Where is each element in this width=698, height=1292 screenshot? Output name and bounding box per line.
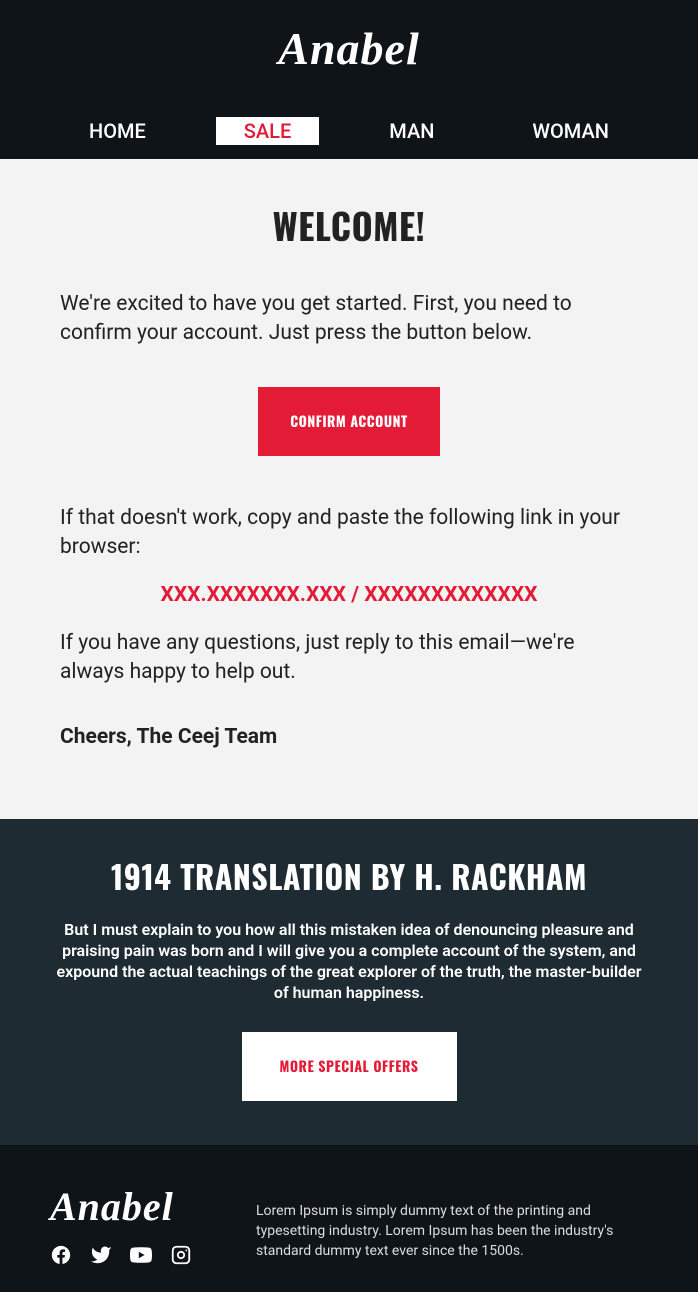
nav-home[interactable]: HOME (61, 117, 174, 145)
promo-title: 1914 TRANSLATION BY H. RACKHAM (50, 853, 648, 900)
main-nav: HOME SALE MAN WOMAN (0, 105, 698, 159)
nav-man[interactable]: MAN (361, 117, 462, 145)
social-links (50, 1244, 220, 1266)
instagram-icon[interactable] (170, 1244, 192, 1266)
fallback-link[interactable]: XXX.XXXXXXX.XXX / XXXXXXXXXXXXX (60, 583, 638, 607)
promo-body: But I must explain to you how all this m… (50, 920, 648, 1003)
youtube-icon[interactable] (130, 1244, 152, 1266)
facebook-icon[interactable] (50, 1244, 72, 1266)
header: Anabel HOME SALE MAN WOMAN (0, 0, 698, 159)
twitter-icon[interactable] (90, 1244, 112, 1266)
nav-sale[interactable]: SALE (216, 117, 319, 145)
fallback-instruction: If that doesn't work, copy and paste the… (60, 504, 638, 563)
page-title: WELCOME! (60, 199, 638, 252)
footer-logo: Anabel (50, 1183, 220, 1230)
footer: Anabel Lorem Ipsum is simply dummy text … (0, 1145, 698, 1292)
more-offers-button[interactable]: MORE SPECIAL OFFERS (242, 1032, 457, 1101)
main-content: WELCOME! We're excited to have you get s… (0, 159, 698, 819)
promo-section: 1914 TRANSLATION BY H. RACKHAM But I mus… (0, 819, 698, 1144)
footer-about: Lorem Ipsum is simply dummy text of the … (256, 1183, 648, 1262)
help-text: If you have any questions, just reply to… (60, 629, 638, 688)
confirm-account-button[interactable]: CONFIRM ACCOUNT (258, 387, 439, 456)
nav-woman[interactable]: WOMAN (504, 117, 637, 145)
sign-off: Cheers, The Ceej Team (60, 725, 638, 749)
brand-logo: Anabel (0, 22, 698, 105)
intro-text: We're excited to have you get started. F… (60, 290, 638, 349)
footer-brand-block: Anabel (50, 1183, 220, 1266)
